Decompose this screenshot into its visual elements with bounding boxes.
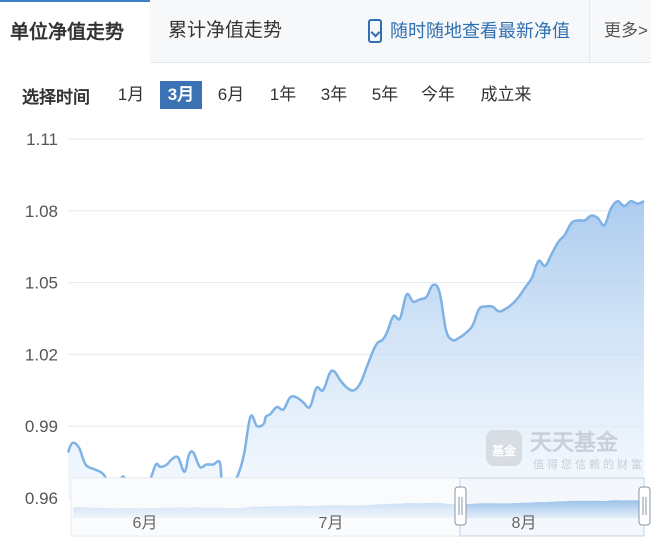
y-tick-label: 0.99 [25,417,58,436]
y-axis-labels: 0.96 0.99 1.02 1.05 1.08 1.11 [25,130,58,508]
navigator-unselected-mask [71,478,460,536]
y-tick-label: 1.02 [25,345,58,364]
watermark-logo-text: 基金 [491,443,517,458]
range-navigator[interactable]: 6月 7月 8月 [70,477,651,537]
navigator-right-handle[interactable] [638,486,651,526]
navigator-month-label: 7月 [319,515,344,532]
nav-chart: 0.96 0.99 1.02 1.05 1.08 1.11 基金 天天基金 值得您信赖的财… [25,130,651,537]
y-tick-label: 1.08 [25,202,58,221]
y-tick-label: 1.05 [25,274,58,293]
watermark-slogan: 值得您信赖的财富 [533,457,645,471]
y-tick-label: 0.96 [25,489,58,508]
y-tick-label: 1.11 [26,130,58,149]
navigator-month-label: 8月 [512,515,537,532]
navigator-month-label: 6月 [133,515,158,532]
watermark-brand: 天天基金 [530,430,619,456]
navigator-left-handle[interactable] [454,486,467,526]
